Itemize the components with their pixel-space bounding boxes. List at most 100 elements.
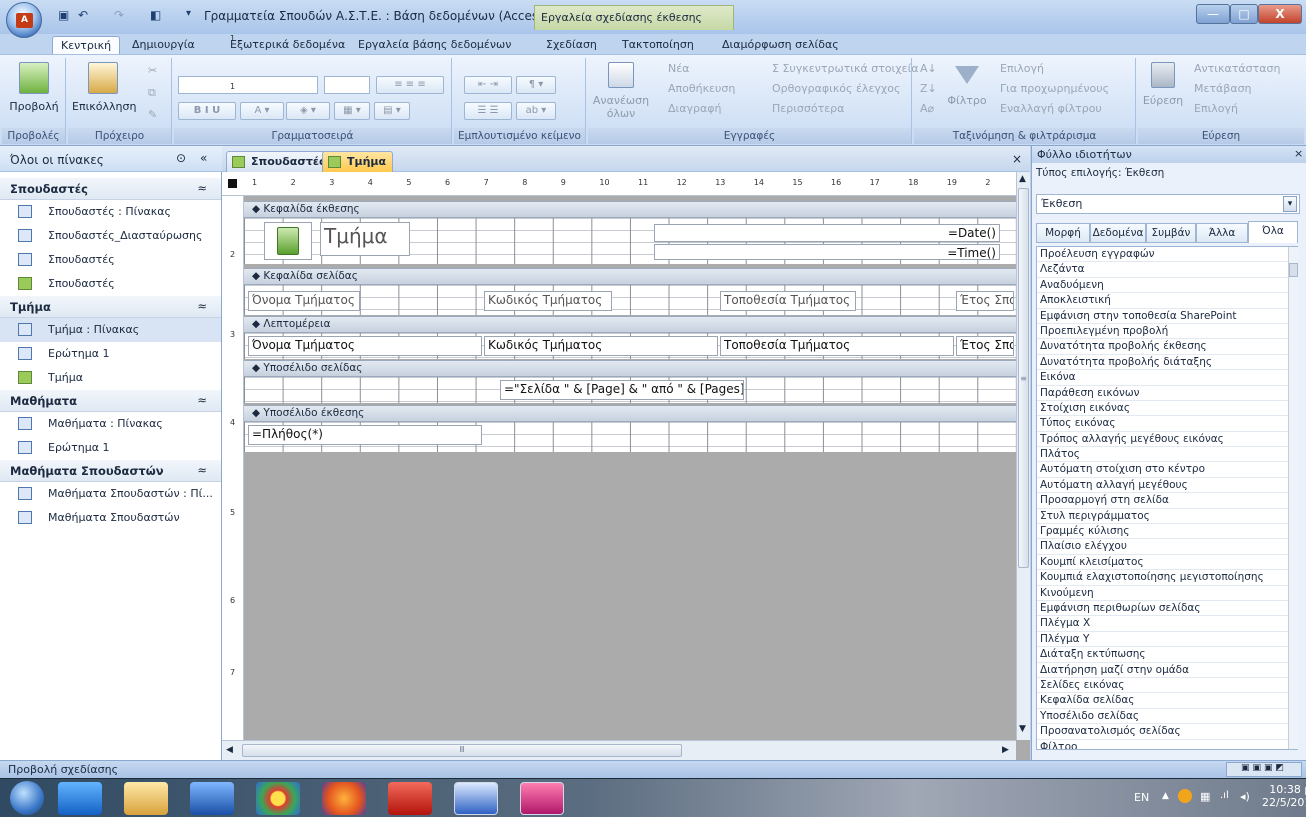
nav-item[interactable]: Σπουδαστές_Διασταύρωσης bbox=[0, 224, 221, 248]
nav-dropdown-icon[interactable]: ⊙ bbox=[176, 151, 186, 165]
refresh-all-button[interactable]: Ανανέωση όλων bbox=[592, 62, 650, 120]
property-row[interactable]: Εμφάνιση περιθωρίων σελίδας bbox=[1037, 601, 1297, 617]
select-button[interactable]: Επιλογή bbox=[1194, 102, 1238, 115]
property-row[interactable]: Γραμμές κύλισης bbox=[1037, 524, 1297, 540]
new-record-button[interactable]: Νέα bbox=[668, 62, 689, 75]
tab-database-tools[interactable]: Εργαλεία βάσης δεδομένων bbox=[350, 36, 519, 54]
tab-format[interactable]: Μορφή bbox=[1036, 223, 1090, 243]
spelling-button[interactable]: Ορθογραφικός έλεγχος bbox=[772, 82, 900, 95]
property-row[interactable]: Προσαρμογή στη σελίδα bbox=[1037, 493, 1297, 509]
label-year[interactable]: Έτος Σπο bbox=[956, 291, 1014, 311]
section-report-header[interactable]: ◆ Κεφαλίδα έκθεσης bbox=[244, 201, 1016, 218]
property-list-scrollbar[interactable] bbox=[1288, 247, 1298, 749]
section-report-footer[interactable]: ◆ Υποσέλιδο έκθεσης bbox=[244, 405, 1016, 422]
nav-group-student-courses[interactable]: Μαθήματα Σπουδαστών ≈ bbox=[0, 460, 221, 482]
office-button[interactable]: A bbox=[6, 2, 42, 38]
volume-icon[interactable]: ◂) bbox=[1240, 790, 1250, 803]
report-selector[interactable] bbox=[228, 179, 237, 188]
font-color-button[interactable]: A ▾ bbox=[240, 102, 284, 120]
field-year[interactable]: Έτος Σπο bbox=[956, 336, 1014, 356]
save-record-button[interactable]: Αποθήκευση bbox=[668, 82, 735, 95]
more-button[interactable]: Περισσότερα bbox=[772, 102, 844, 115]
nav-item[interactable]: Τμήμα bbox=[0, 366, 221, 390]
nav-item[interactable]: Τμήμα : Πίνακας bbox=[0, 318, 221, 342]
nav-collapse-icon[interactable]: « bbox=[200, 151, 207, 165]
highlight-button[interactable]: ab ▾ bbox=[516, 102, 556, 120]
clock[interactable]: 10:38 μμ 22/5/2014 bbox=[1262, 783, 1306, 809]
file-explorer-icon[interactable] bbox=[124, 782, 168, 815]
property-row[interactable]: Παράθεση εικόνων bbox=[1037, 386, 1297, 401]
field-department-name[interactable]: Όνομα Τμήματος bbox=[248, 336, 482, 356]
property-row[interactable]: Προσανατολισμός σελίδας bbox=[1037, 724, 1297, 740]
nav-group-department[interactable]: Τμήμα ≈ bbox=[0, 296, 221, 318]
redo-icon[interactable]: ↷ bbox=[114, 8, 124, 26]
page-number-textbox[interactable]: ="Σελίδα " & [Page] & " από " & [Pages] bbox=[500, 380, 744, 400]
nav-item[interactable]: Μαθήματα Σπουδαστών bbox=[0, 506, 221, 530]
format-painter-icon[interactable]: ✎ bbox=[148, 108, 157, 121]
vscroll-thumb[interactable]: ≡ bbox=[1018, 188, 1029, 568]
doc-tab-students[interactable]: Σπουδαστές bbox=[226, 151, 333, 172]
property-row[interactable]: Κουμπιά ελαχιστοποίησης μεγιστοποίησης bbox=[1037, 570, 1297, 586]
section-detail[interactable]: ◆ Λεπτομέρεια bbox=[244, 316, 1016, 333]
field-department-location[interactable]: Τοποθεσία Τμήματος bbox=[720, 336, 954, 356]
nav-item[interactable]: Σπουδαστές bbox=[0, 248, 221, 272]
time-textbox[interactable]: =Time() bbox=[654, 244, 1000, 260]
tray-app-icon[interactable] bbox=[1178, 789, 1192, 803]
nav-item[interactable]: Μαθήματα : Πίνακας bbox=[0, 412, 221, 436]
report-title[interactable]: Τμήμα bbox=[320, 222, 410, 256]
label-department-location[interactable]: Τοποθεσία Τμήματος bbox=[720, 291, 856, 311]
field-department-code[interactable]: Κωδικός Τμήματος bbox=[484, 336, 718, 356]
property-row[interactable]: Προεπιλεγμένη προβολή bbox=[1037, 324, 1297, 340]
property-row[interactable]: Φίλτρο bbox=[1037, 740, 1297, 750]
nav-header[interactable]: Όλοι οι πίνακες ⊙ « bbox=[0, 146, 222, 172]
property-row[interactable]: Σελίδες εικόνας bbox=[1037, 678, 1297, 694]
find-button[interactable]: Εύρεση bbox=[1140, 62, 1186, 107]
property-row[interactable]: Αναδυόμενη bbox=[1037, 278, 1297, 294]
scroll-up-icon[interactable]: ▲ bbox=[1019, 174, 1026, 184]
tab-data[interactable]: Δεδομένα bbox=[1090, 223, 1146, 243]
property-row[interactable]: Πλαίσιο ελέγχου bbox=[1037, 539, 1297, 555]
close-button[interactable]: X bbox=[1258, 4, 1302, 24]
replace-button[interactable]: Αντικατάσταση bbox=[1194, 62, 1280, 75]
internet-explorer-icon[interactable] bbox=[58, 782, 102, 815]
date-textbox[interactable]: =Date() bbox=[654, 224, 1000, 242]
property-row[interactable]: Εικόνα bbox=[1037, 370, 1297, 386]
undo-icon[interactable]: ↶ bbox=[78, 8, 88, 26]
property-row[interactable]: Τύπος εικόνας bbox=[1037, 416, 1297, 432]
tab-other[interactable]: Άλλα bbox=[1196, 223, 1248, 243]
property-row[interactable]: Διατήρηση μαζί στην ομάδα bbox=[1037, 663, 1297, 678]
paragraph-direction-button[interactable]: ¶ ▾ bbox=[516, 76, 556, 94]
view-switcher[interactable]: ▣▣▣◩ bbox=[1226, 762, 1302, 777]
report-logo[interactable] bbox=[264, 222, 312, 260]
nav-item[interactable]: Ερώτημα 1 bbox=[0, 436, 221, 460]
word-icon[interactable] bbox=[454, 782, 498, 815]
paste-button[interactable]: Επικόλληση bbox=[72, 62, 136, 113]
advanced-filter-button[interactable]: Για προχωρημένους bbox=[1000, 82, 1109, 95]
access-taskbar-icon[interactable] bbox=[520, 782, 564, 815]
close-property-sheet-icon[interactable]: × bbox=[1294, 147, 1303, 160]
object-selector[interactable]: Έκθεση ▾ bbox=[1036, 194, 1300, 214]
show-hidden-icons[interactable]: ▲ bbox=[1162, 791, 1169, 801]
nav-group-students[interactable]: Σπουδαστές ≈ bbox=[0, 178, 221, 200]
label-department-code[interactable]: Κωδικός Τμήματος bbox=[484, 291, 612, 311]
save-icon[interactable]: ▣ bbox=[58, 8, 69, 26]
network-icon[interactable]: ▦ bbox=[1200, 790, 1210, 803]
property-row[interactable]: Αυτόματη αλλαγή μεγέθους bbox=[1037, 478, 1297, 494]
filter-button[interactable]: Φίλτρο bbox=[942, 62, 992, 107]
firefox-icon[interactable] bbox=[322, 782, 366, 815]
customize-qat-icon[interactable]: ▾ bbox=[186, 8, 191, 26]
sort-ascending-icon[interactable]: A↓ bbox=[920, 62, 937, 75]
clear-sort-icon[interactable]: A⌀ bbox=[920, 102, 934, 115]
property-row[interactable]: Δυνατότητα προβολής έκθεσης bbox=[1037, 339, 1297, 355]
acrobat-icon[interactable] bbox=[388, 782, 432, 815]
signal-icon[interactable]: .ıl bbox=[1220, 790, 1229, 801]
property-scroll-thumb[interactable] bbox=[1289, 263, 1298, 277]
indent-buttons[interactable]: ⇤ ⇥ bbox=[464, 76, 512, 94]
scroll-thumb[interactable]: Ⅲ bbox=[242, 744, 682, 757]
tab-page-setup[interactable]: Διαμόρφωση σελίδας bbox=[714, 36, 847, 54]
scroll-down-icon[interactable]: ▼ bbox=[1019, 724, 1026, 734]
tab-design[interactable]: Σχεδίαση bbox=[538, 36, 605, 54]
property-row[interactable]: Πλάτος bbox=[1037, 447, 1297, 463]
totals-button[interactable]: Σ Συγκεντρωτικά στοιχεία bbox=[772, 62, 919, 75]
tab-arrange[interactable]: Τακτοποίηση bbox=[614, 36, 702, 54]
